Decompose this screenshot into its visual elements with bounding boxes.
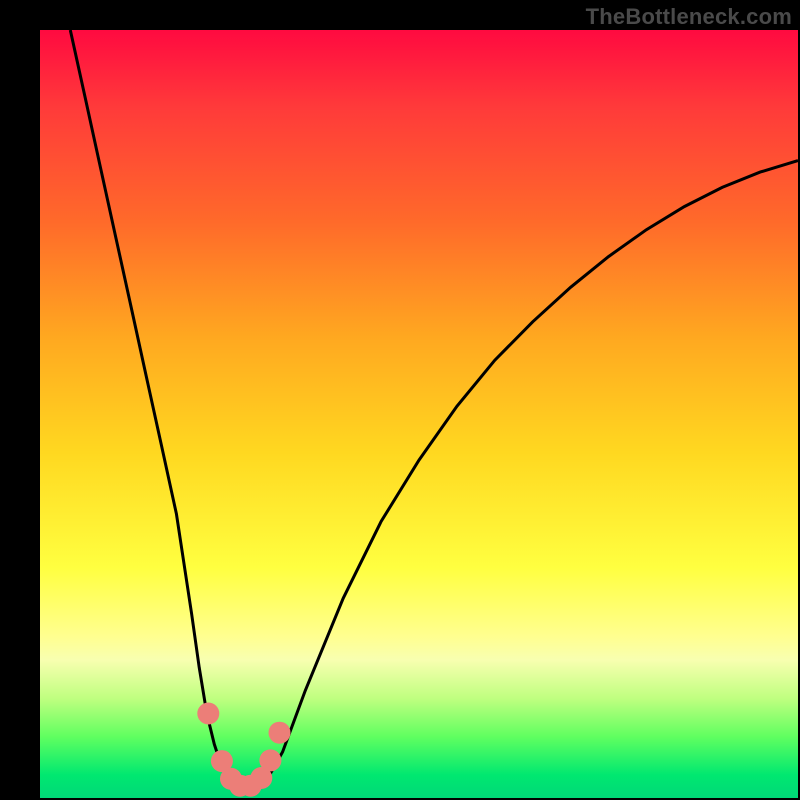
curve-markers <box>197 703 290 797</box>
plot-area <box>40 30 798 798</box>
bottleneck-curve <box>70 30 798 788</box>
curve-marker <box>259 749 281 771</box>
bottleneck-curve-svg <box>40 30 798 798</box>
curve-marker <box>197 703 219 725</box>
chart-frame: TheBottleneck.com <box>0 0 800 800</box>
watermark-text: TheBottleneck.com <box>586 4 792 30</box>
curve-marker <box>269 722 291 744</box>
